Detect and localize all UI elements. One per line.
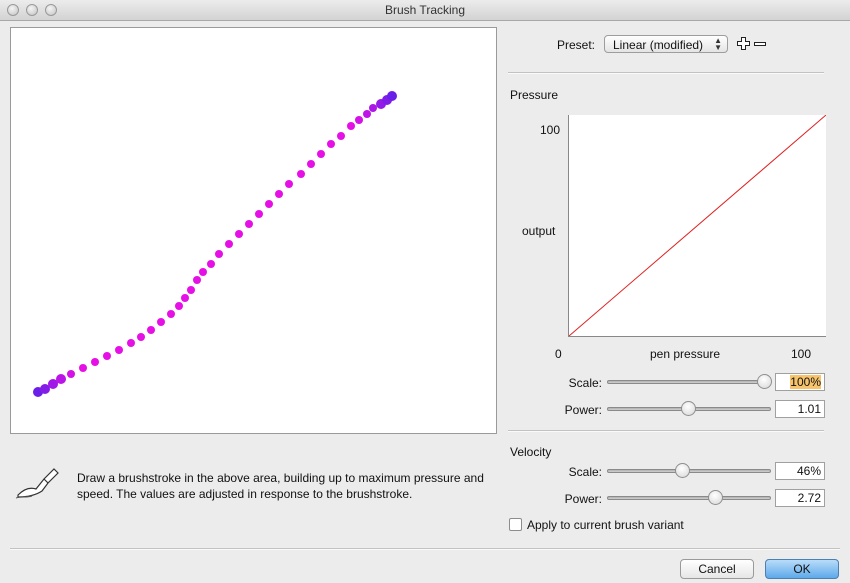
pressure-scale-label: Scale:: [568, 376, 602, 390]
stroke-dot: [307, 160, 315, 168]
velocity-scale-knob[interactable]: [674, 463, 690, 478]
apply-to-variant-checkbox[interactable]: [509, 518, 522, 531]
pressure-scale-field[interactable]: 100%: [775, 373, 825, 391]
velocity-power-field[interactable]: 2.72: [775, 489, 825, 507]
stroke-dot: [147, 326, 155, 334]
stroke-dot: [285, 180, 293, 188]
stroke-dot: [363, 110, 371, 118]
separator: [508, 72, 824, 74]
pressure-curve-line: [568, 114, 827, 337]
select-arrows-icon: ▲ ▼: [714, 36, 722, 52]
separator: [508, 430, 824, 432]
stroke-dot: [215, 250, 223, 258]
velocity-scale-label: Scale:: [568, 465, 602, 479]
stroke-dot: [199, 268, 207, 276]
velocity-scale-field[interactable]: 46%: [775, 462, 825, 480]
stroke-dot: [317, 150, 325, 158]
velocity-power-label: Power:: [564, 492, 602, 506]
graph-y-axis-label: output: [522, 224, 556, 238]
brushstroke-svg: [33, 91, 397, 397]
stroke-dot: [207, 260, 215, 268]
stroke-dot: [327, 140, 335, 148]
stroke-dot: [225, 240, 233, 248]
stroke-dot: [79, 364, 87, 372]
stroke-dot: [369, 104, 377, 112]
stroke-dot: [157, 318, 165, 326]
stroke-dot: [337, 132, 345, 140]
title-bar: Brush Tracking: [0, 0, 850, 21]
stroke-dot: [235, 230, 243, 238]
stroke-dot: [265, 200, 273, 208]
stroke-dot: [175, 302, 183, 310]
apply-to-variant-label[interactable]: Apply to current brush variant: [527, 518, 684, 532]
velocity-section-label: Velocity: [510, 445, 552, 459]
stroke-dot: [91, 358, 99, 366]
graph-x-axis-label: pen pressure: [650, 347, 721, 361]
stroke-dot: [103, 352, 111, 360]
separator: [10, 548, 840, 550]
pressure-curve-svg: [568, 114, 827, 337]
pressure-scale-slider[interactable]: [607, 380, 771, 384]
stroke-dot: [167, 310, 175, 318]
stroke-dot: [115, 346, 123, 354]
stroke-dot: [355, 116, 363, 124]
graph-y-max-label: 100: [540, 123, 561, 137]
pressure-scale-knob[interactable]: [757, 374, 772, 389]
brushstroke-drawing-area[interactable]: [10, 27, 497, 434]
stroke-dot: [297, 170, 305, 178]
preset-label: Preset:: [557, 38, 596, 52]
pressure-scale-value: 100%: [790, 375, 821, 389]
add-preset-icon[interactable]: [737, 37, 750, 50]
stroke-dot: [127, 339, 135, 347]
pressure-power-knob[interactable]: [681, 401, 696, 416]
hand-pen-icon: [15, 468, 59, 499]
remove-preset-icon[interactable]: [754, 42, 766, 46]
stroke-dot: [275, 190, 283, 198]
pressure-power-field[interactable]: 1.01: [775, 400, 825, 418]
help-text: Draw a brushstroke in the above area, bu…: [77, 471, 484, 501]
stroke-dot: [255, 210, 263, 218]
stroke-dot: [245, 220, 253, 228]
window-title: Brush Tracking: [384, 3, 466, 17]
stroke-dot: [137, 333, 145, 341]
stroke-dot: [67, 370, 75, 378]
pressure-curve-graph[interactable]: [568, 114, 827, 337]
stroke-dot: [387, 91, 397, 101]
preset-value: Linear (modified): [613, 38, 704, 52]
stroke-dot: [193, 276, 201, 284]
graph-x-max-label: 100: [791, 347, 812, 361]
stroke-dot: [347, 122, 355, 130]
preset-select[interactable]: Linear (modified) ▲ ▼: [604, 35, 728, 53]
graph-x-min-label: 0: [555, 347, 562, 361]
pressure-section-label: Pressure: [510, 88, 559, 102]
stroke-dot: [187, 286, 195, 294]
pressure-power-label: Power:: [564, 403, 602, 417]
ok-button[interactable]: OK: [765, 559, 839, 579]
velocity-power-slider[interactable]: [607, 496, 771, 500]
stroke-dot: [56, 374, 66, 384]
stroke-dot: [181, 294, 189, 302]
velocity-power-knob[interactable]: [708, 490, 724, 505]
cancel-button[interactable]: Cancel: [680, 559, 754, 579]
